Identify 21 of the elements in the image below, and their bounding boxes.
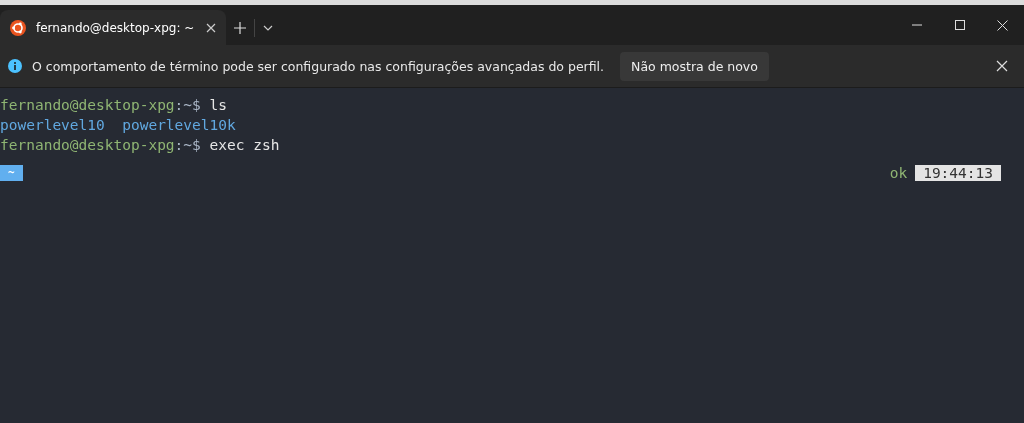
terminal-tab[interactable]: fernando@desktop-xpg: ~ bbox=[0, 10, 226, 45]
ubuntu-logo-icon bbox=[10, 19, 26, 36]
tab-title: fernando@desktop-xpg: ~ bbox=[36, 20, 196, 35]
info-message: O comportamento de término pode ser configurado nas configurações avançadas do perfil. bbox=[32, 58, 605, 74]
info-icon bbox=[8, 59, 22, 73]
dont-show-again-button[interactable]: Não mostra de novo bbox=[620, 51, 769, 81]
command-text: ls bbox=[209, 96, 227, 115]
dropdown-chevron-icon[interactable] bbox=[263, 24, 273, 31]
prompt-path: :~$ bbox=[174, 136, 201, 155]
clock-time: 19:44:13 bbox=[915, 165, 1001, 181]
status-text: ok bbox=[889, 164, 908, 183]
close-infobar-icon[interactable] bbox=[996, 60, 1008, 72]
directory-name: powerlevel10 bbox=[0, 116, 105, 135]
directory-name: powerlevel10k bbox=[122, 116, 236, 135]
prompt-user: fernando@desktop-xpg bbox=[0, 136, 175, 155]
new-tab-icon[interactable] bbox=[234, 21, 246, 34]
command-text: exec zsh bbox=[209, 136, 280, 155]
prompt-path: :~$ bbox=[174, 96, 201, 115]
prompt-user: fernando@desktop-xpg bbox=[0, 96, 175, 115]
close-tab-icon[interactable] bbox=[206, 22, 216, 33]
prompt-directory: ~ bbox=[0, 165, 23, 181]
